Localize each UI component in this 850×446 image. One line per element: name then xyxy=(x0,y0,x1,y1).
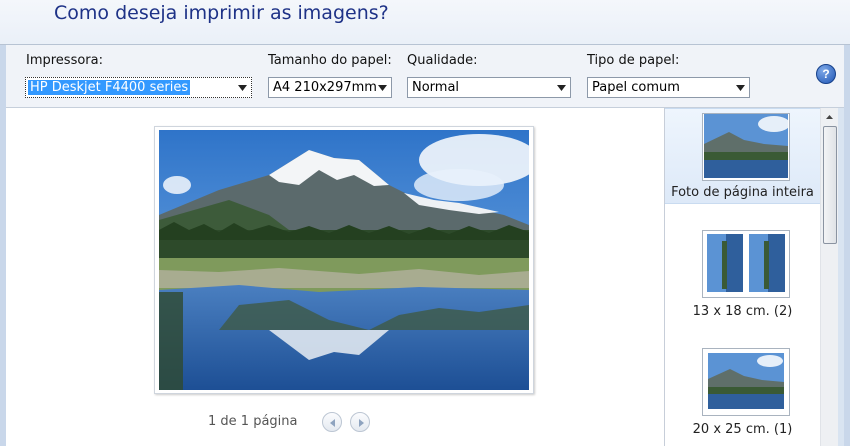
scroll-up-button[interactable] xyxy=(821,110,838,124)
layout-thumbnail xyxy=(702,230,790,298)
layout-label-full-page: Foto de página inteira xyxy=(671,185,814,200)
page-indicator: 1 de 1 página xyxy=(208,414,298,429)
chevron-down-icon xyxy=(374,78,391,97)
layout-list: Foto de página inteira 13 x 18 cm. (2) 2… xyxy=(665,108,820,446)
layout-thumbnail xyxy=(702,113,790,181)
paper-size-select[interactable]: A4 210x297mm xyxy=(268,77,392,98)
paper-type-label: Tipo de papel: xyxy=(587,53,680,68)
mountain-photo xyxy=(159,130,529,390)
layout-option-20x25[interactable]: 20 x 25 cm. (1) xyxy=(665,344,820,440)
layout-thumbnail xyxy=(702,348,790,416)
scroll-thumb[interactable] xyxy=(823,126,837,244)
help-icon[interactable]: ? xyxy=(816,64,836,84)
chevron-down-icon xyxy=(234,78,251,97)
layout-list-scrollbar[interactable] xyxy=(820,108,838,446)
paper-type-select[interactable]: Papel comum xyxy=(587,77,750,98)
printer-select[interactable]: HP Deskjet F4400 series xyxy=(25,77,252,98)
arrow-up-icon xyxy=(826,115,833,119)
window-frame-right xyxy=(844,0,850,446)
arrow-left-icon xyxy=(330,419,335,427)
print-options-toolbar: Impressora: HP Deskjet F4400 series Tama… xyxy=(6,45,844,108)
paper-type-value: Papel comum xyxy=(592,80,680,95)
printer-value: HP Deskjet F4400 series xyxy=(28,80,191,95)
next-page-button[interactable] xyxy=(350,412,370,432)
paper-size-value: A4 210x297mm xyxy=(273,80,377,95)
layout-label-20x25: 20 x 25 cm. (1) xyxy=(692,422,793,437)
dialog-title: Como deseja imprimir as imagens? xyxy=(54,2,389,24)
photo-preview xyxy=(154,126,534,394)
arrow-right-icon xyxy=(359,419,364,427)
quality-label: Qualidade: xyxy=(407,53,478,68)
layout-option-full-page[interactable]: Foto de página inteira xyxy=(665,108,820,204)
quality-value: Normal xyxy=(412,80,460,95)
layout-option-13x18[interactable]: 13 x 18 cm. (2) xyxy=(665,226,820,322)
print-preview-pane: 1 de 1 página xyxy=(6,108,665,446)
chevron-down-icon xyxy=(732,78,749,97)
previous-page-button[interactable] xyxy=(322,412,342,432)
paper-size-label: Tamanho do papel: xyxy=(268,53,392,68)
layout-label-13x18: 13 x 18 cm. (2) xyxy=(692,304,793,319)
dialog-header: Como deseja imprimir as imagens? xyxy=(0,0,850,45)
printer-label: Impressora: xyxy=(26,53,103,68)
chevron-down-icon xyxy=(553,78,570,97)
quality-select[interactable]: Normal xyxy=(407,77,571,98)
